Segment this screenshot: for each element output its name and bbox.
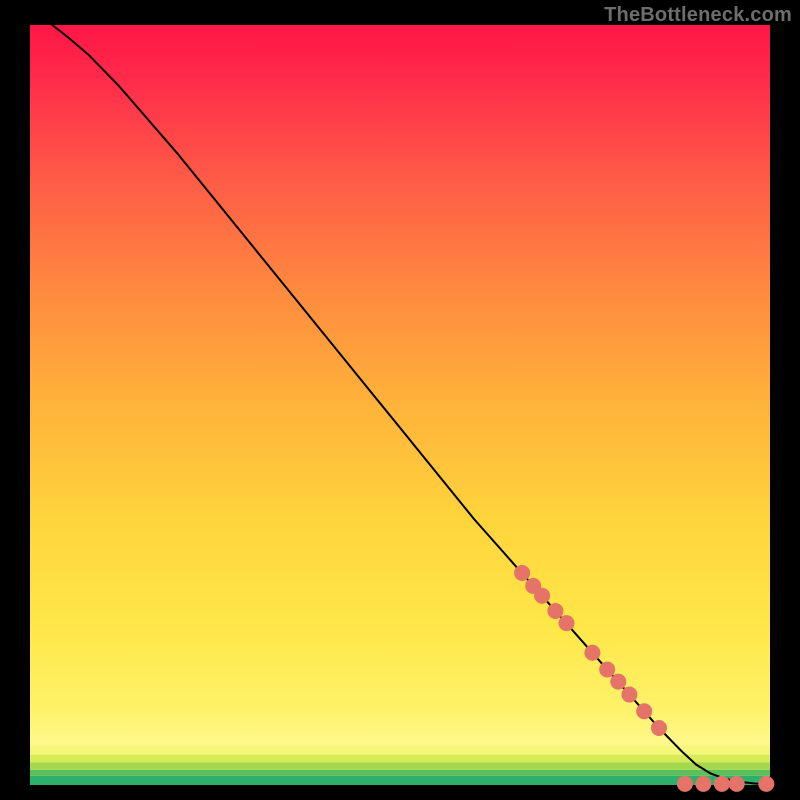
watermark: TheBottleneck.com [604, 4, 792, 27]
data-point [599, 661, 615, 677]
data-point [514, 565, 530, 581]
data-point [584, 645, 600, 661]
data-point [636, 703, 652, 719]
data-point [610, 674, 626, 690]
data-point [729, 776, 745, 792]
threshold-band-4 [30, 745, 770, 754]
data-point [677, 776, 693, 792]
chart-svg [0, 0, 800, 800]
data-point [559, 615, 575, 631]
threshold-band-0 [30, 776, 770, 785]
data-point [758, 776, 774, 792]
data-point [621, 687, 637, 703]
data-point [695, 776, 711, 792]
data-point [534, 588, 550, 604]
threshold-band-1 [30, 770, 770, 776]
data-point [651, 720, 667, 736]
threshold-band-3 [30, 755, 770, 763]
data-point [547, 603, 563, 619]
data-point [714, 776, 730, 792]
chart-container: TheBottleneck.com [0, 0, 800, 800]
plot-background [30, 25, 770, 785]
threshold-band-2 [30, 762, 770, 770]
